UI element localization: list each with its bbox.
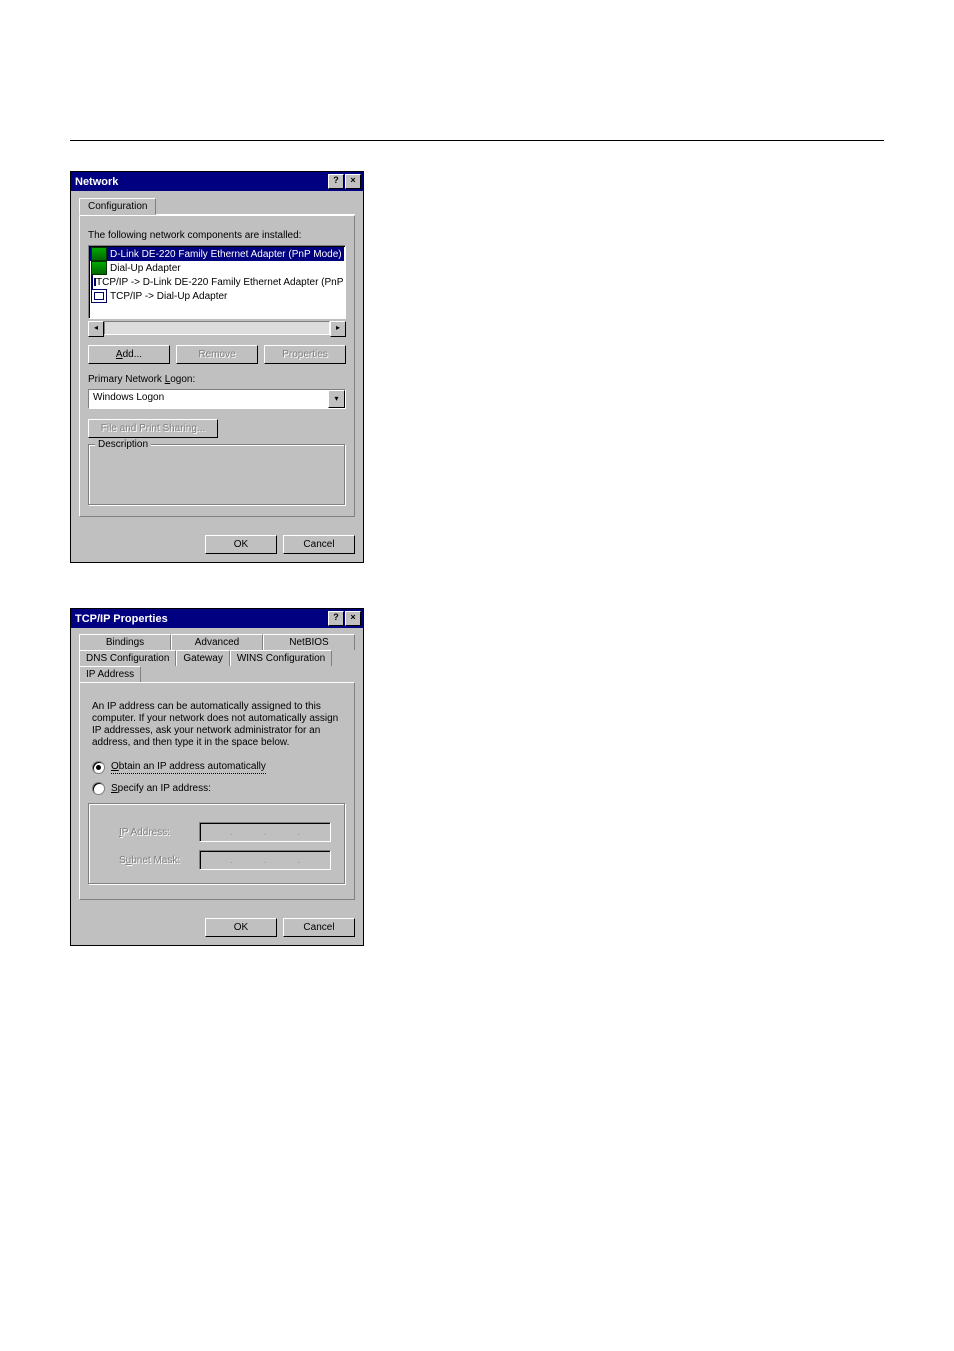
list-item[interactable]: D-Link DE-220 Family Ethernet Adapter (P… (90, 247, 344, 261)
subnet-mask-label: Subnet Mask: (119, 855, 189, 866)
tab-wins[interactable]: WINS Configuration (230, 650, 332, 666)
scroll-track[interactable] (104, 321, 330, 335)
list-item[interactable]: TCP/IP -> D-Link DE-220 Family Ethernet … (90, 275, 344, 289)
network-titlebar: Network ? × (71, 172, 363, 191)
tab-gateway[interactable]: Gateway (176, 650, 229, 666)
chevron-down-icon[interactable]: ▾ (328, 390, 345, 408)
list-item[interactable]: Dial-Up Adapter (90, 261, 344, 275)
radio-icon (92, 761, 105, 774)
add-button[interactable]: Add... (88, 345, 170, 364)
tcpip-dialog: TCP/IP Properties ? × Bindings Advanced … (70, 608, 364, 946)
protocol-icon (91, 289, 107, 303)
ip-help-text: An IP address can be automatically assig… (92, 701, 342, 749)
tcpip-titlebar: TCP/IP Properties ? × (71, 609, 363, 628)
scroll-left-icon[interactable]: ◂ (88, 321, 104, 337)
primary-logon-value: Windows Logon (89, 390, 328, 408)
tab-netbios[interactable]: NetBIOS (263, 634, 355, 650)
list-item[interactable]: TCP/IP -> Dial-Up Adapter (90, 289, 344, 303)
page-rule (70, 140, 884, 141)
list-item-label: D-Link DE-220 Family Ethernet Adapter (P… (110, 249, 342, 260)
description-label: Description (95, 439, 151, 450)
close-icon[interactable]: × (345, 611, 361, 626)
primary-logon-label: Primary Network Logon: (88, 374, 346, 385)
help-icon[interactable]: ? (328, 174, 344, 189)
network-dialog: Network ? × Configuration The following … (70, 171, 364, 563)
properties-button: Properties (264, 345, 346, 364)
installed-components-label: The following network components are ins… (88, 230, 346, 241)
radio-obtain-auto[interactable]: Obtain an IP address automatically (92, 761, 342, 774)
tab-advanced[interactable]: Advanced (171, 634, 263, 650)
ip-address-field: ... (199, 822, 331, 842)
primary-logon-combo[interactable]: Windows Logon ▾ (88, 389, 346, 409)
help-icon[interactable]: ? (328, 611, 344, 626)
tcpip-title: TCP/IP Properties (75, 613, 168, 625)
list-item-label: Dial-Up Adapter (110, 263, 181, 274)
nic-icon (91, 261, 107, 275)
ip-address-label: IP Address: (119, 827, 189, 838)
tab-dns[interactable]: DNS Configuration (79, 650, 176, 666)
nic-icon (91, 247, 107, 261)
file-print-sharing-button: File and Print Sharing... (88, 419, 218, 438)
close-icon[interactable]: × (345, 174, 361, 189)
cancel-button[interactable]: Cancel (283, 918, 355, 937)
ok-button[interactable]: OK (205, 535, 277, 554)
radio-specify[interactable]: Specify an IP address: (92, 782, 342, 795)
ok-button[interactable]: OK (205, 918, 277, 937)
protocol-icon (91, 275, 93, 289)
network-title: Network (75, 176, 118, 188)
horizontal-scrollbar[interactable]: ◂ ▸ (88, 321, 346, 335)
remove-button: Remove (176, 345, 258, 364)
scroll-right-icon[interactable]: ▸ (330, 321, 346, 337)
tab-configuration[interactable]: Configuration (79, 198, 156, 215)
tab-bindings[interactable]: Bindings (79, 634, 171, 650)
cancel-button[interactable]: Cancel (283, 535, 355, 554)
list-item-label: TCP/IP -> Dial-Up Adapter (110, 291, 227, 302)
tab-ipaddress[interactable]: IP Address (79, 666, 141, 682)
list-item-label: TCP/IP -> D-Link DE-220 Family Ethernet … (96, 277, 346, 288)
radio-icon (92, 782, 105, 795)
subnet-mask-field: ... (199, 850, 331, 870)
components-listbox[interactable]: D-Link DE-220 Family Ethernet Adapter (P… (88, 245, 346, 319)
